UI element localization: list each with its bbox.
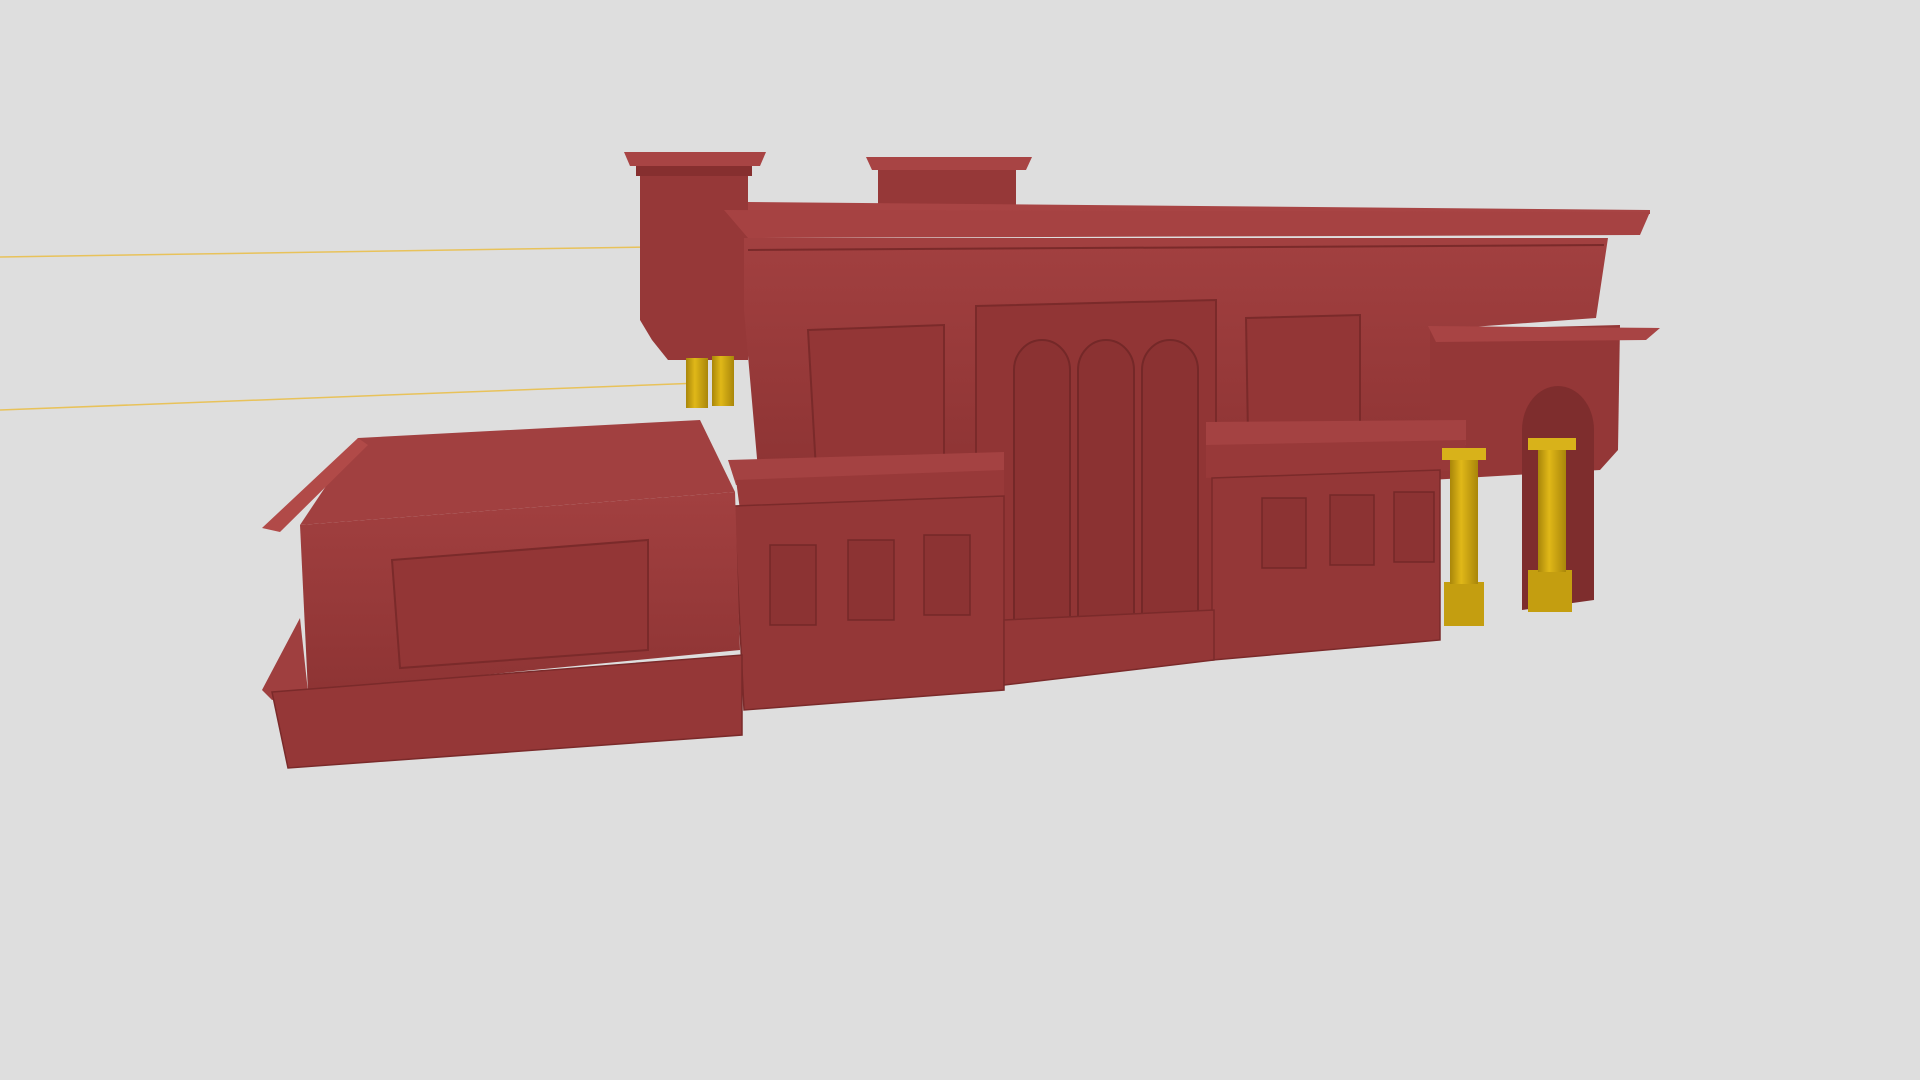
lower-center-panel-3 xyxy=(923,534,971,616)
column-left-1 xyxy=(686,358,708,408)
right-wing-cornice xyxy=(1428,326,1660,342)
center-base xyxy=(1003,609,1215,686)
left-wing-side-balcony xyxy=(262,618,308,700)
lower-right-panel-3 xyxy=(1393,491,1435,563)
arch-3 xyxy=(1141,339,1199,627)
viewport-scene[interactable] xyxy=(0,0,1920,1080)
upper-window-right xyxy=(1244,313,1361,438)
guide-line-upper xyxy=(0,246,651,258)
center-chimney-cap xyxy=(866,157,1032,170)
left-tower-cap xyxy=(624,152,766,166)
lower-right-panel-2 xyxy=(1329,494,1375,566)
column-right-2-capital xyxy=(1528,438,1576,450)
lower-right-panel-1 xyxy=(1261,497,1307,569)
main-cornice xyxy=(724,210,1650,238)
column-right-1-base xyxy=(1444,582,1484,626)
upper-window-left xyxy=(806,323,945,472)
left-tower-top xyxy=(636,166,752,176)
lower-center-panel-2 xyxy=(847,539,895,621)
left-wing-window xyxy=(390,538,649,670)
guide-line-lower xyxy=(0,382,701,411)
arch-2 xyxy=(1077,339,1135,632)
lower-center-panel-1 xyxy=(769,544,817,626)
column-right-2-shaft xyxy=(1538,448,1566,572)
column-right-2-base xyxy=(1528,570,1572,612)
center-chimney xyxy=(878,166,1016,205)
column-right-1-capital xyxy=(1442,448,1486,460)
column-left-2 xyxy=(712,356,734,406)
left-tower xyxy=(640,162,748,360)
arch-1 xyxy=(1013,339,1071,638)
column-right-1-shaft xyxy=(1450,456,1478,584)
3d-viewport[interactable] xyxy=(0,0,1920,1080)
